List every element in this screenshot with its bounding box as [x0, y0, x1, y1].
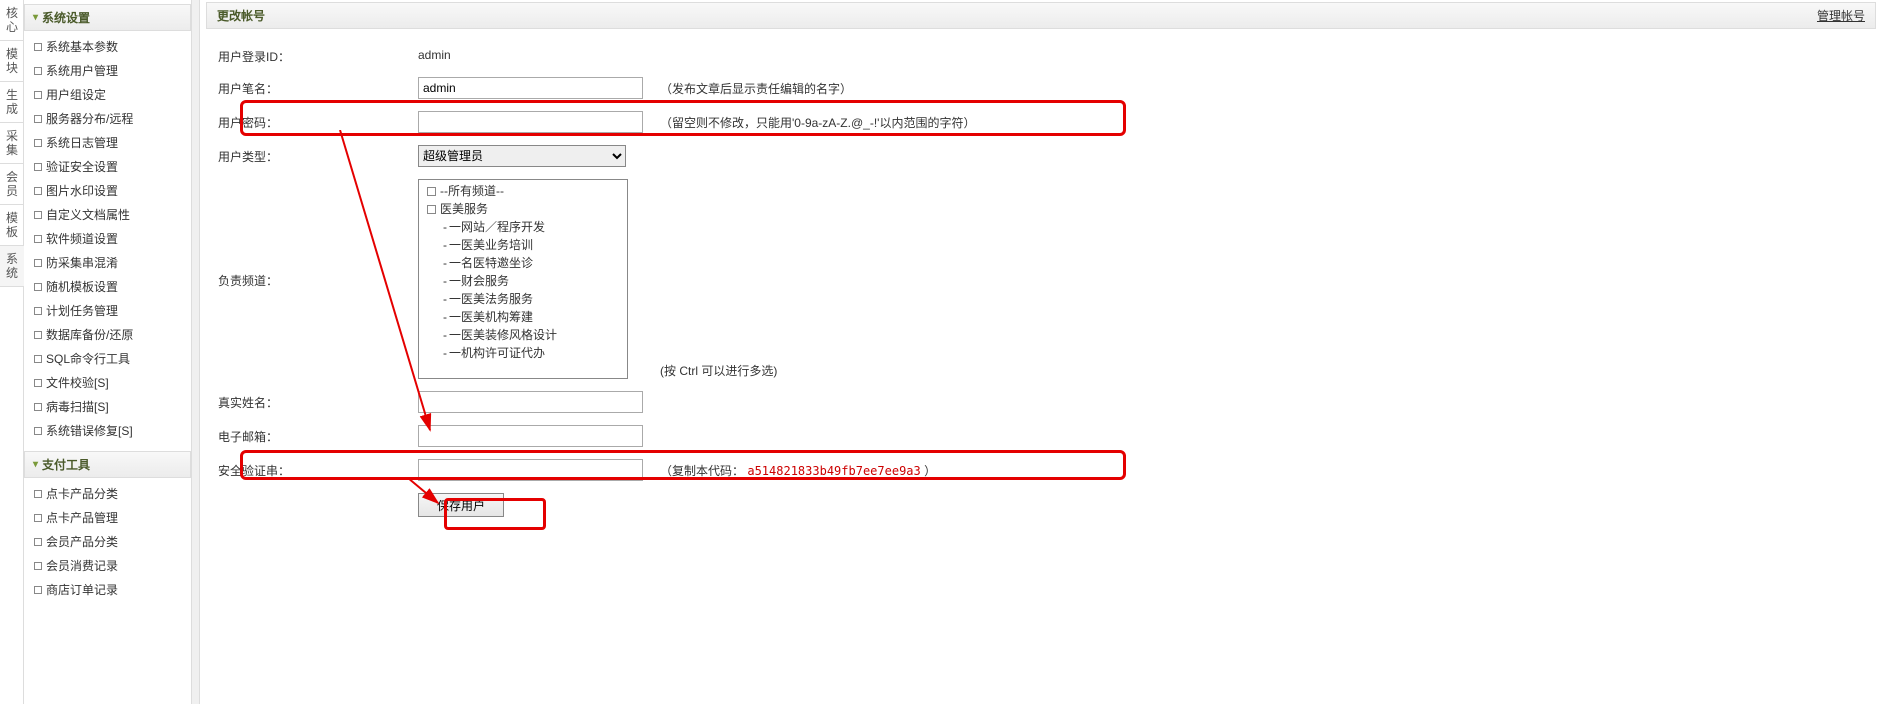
channel-option[interactable]: --所有频道--: [423, 182, 623, 200]
password-label: 用户密码：: [218, 111, 418, 131]
menu-item[interactable]: 系统基本参数: [24, 35, 191, 59]
login-id-label: 用户登录ID：: [218, 45, 418, 65]
menu-item[interactable]: 商店订单记录: [24, 578, 191, 602]
vertical-tabs: 核心模块生成采集会员模板系统: [0, 0, 24, 704]
splitter[interactable]: [192, 0, 200, 704]
menu-item[interactable]: 图片水印设置: [24, 179, 191, 203]
menu-item[interactable]: 数据库备份/还原: [24, 323, 191, 347]
vtab-3[interactable]: 采集: [0, 123, 24, 164]
page-title: 更改帐号: [217, 7, 265, 24]
email-label: 电子邮箱：: [218, 425, 418, 445]
menu-item[interactable]: 系统错误修复[S]: [24, 419, 191, 443]
manage-account-link[interactable]: 管理帐号: [1817, 7, 1865, 24]
page-header: 更改帐号 管理帐号: [206, 2, 1876, 29]
menu-item[interactable]: 会员产品分类: [24, 530, 191, 554]
menu-item[interactable]: 用户组设定: [24, 83, 191, 107]
channel-option[interactable]: 一网站／程序开发: [423, 218, 623, 236]
vtab-6[interactable]: 系统: [0, 246, 24, 287]
menu-item[interactable]: 点卡产品分类: [24, 482, 191, 506]
menu-item[interactable]: 点卡产品管理: [24, 506, 191, 530]
verify-hint: （复制本代码： a514821833b49fb7ee7ee9a3 ）: [660, 459, 936, 479]
login-id-value: admin: [418, 45, 648, 62]
channel-label: 负责频道：: [218, 269, 418, 289]
main-content: 更改帐号 管理帐号 用户登录ID： admin 用户笔名： （发布文章后显示责任…: [200, 0, 1882, 704]
channel-option[interactable]: 一医美法务服务: [423, 290, 623, 308]
verify-input[interactable]: [418, 459, 643, 481]
sidebar: ▾系统设置系统基本参数系统用户管理用户组设定服务器分布/远程系统日志管理验证安全…: [24, 0, 192, 704]
menu-item[interactable]: 系统用户管理: [24, 59, 191, 83]
menu-item[interactable]: 计划任务管理: [24, 299, 191, 323]
menu-item[interactable]: 软件频道设置: [24, 227, 191, 251]
verify-code: a514821833b49fb7ee7ee9a3: [747, 464, 920, 478]
vtab-0[interactable]: 核心: [0, 0, 24, 41]
channel-option[interactable]: 一机构许可证代办: [423, 344, 623, 362]
channel-option[interactable]: 一医美业务培训: [423, 236, 623, 254]
menu-header-0[interactable]: ▾系统设置: [24, 4, 191, 31]
menu-header-1[interactable]: ▾支付工具: [24, 451, 191, 478]
vtab-1[interactable]: 模块: [0, 41, 24, 82]
menu-item[interactable]: 自定义文档属性: [24, 203, 191, 227]
vtab-2[interactable]: 生成: [0, 82, 24, 123]
channel-listbox[interactable]: --所有频道--医美服务一网站／程序开发一医美业务培训一名医特邀坐诊一财会服务一…: [418, 179, 628, 379]
menu-item[interactable]: 文件校验[S]: [24, 371, 191, 395]
chevron-down-icon: ▾: [33, 12, 38, 23]
penname-label: 用户笔名：: [218, 77, 418, 97]
menu-item[interactable]: SQL命令行工具: [24, 347, 191, 371]
penname-hint: （发布文章后显示责任编辑的名字）: [660, 77, 852, 97]
vtab-4[interactable]: 会员: [0, 164, 24, 205]
verify-label: 安全验证串：: [218, 459, 418, 479]
channel-option[interactable]: 医美服务: [423, 200, 623, 218]
penname-input[interactable]: [418, 77, 643, 99]
menu-item[interactable]: 会员消费记录: [24, 554, 191, 578]
channel-option[interactable]: 一名医特邀坐诊: [423, 254, 623, 272]
menu-item[interactable]: 随机模板设置: [24, 275, 191, 299]
chevron-down-icon: ▾: [33, 459, 38, 470]
realname-label: 真实姓名：: [218, 391, 418, 411]
channel-option[interactable]: 一医美机构筹建: [423, 308, 623, 326]
channel-option[interactable]: 一医美装修风格设计: [423, 326, 623, 344]
menu-item[interactable]: 防采集串混淆: [24, 251, 191, 275]
menu-item[interactable]: 验证安全设置: [24, 155, 191, 179]
email-input[interactable]: [418, 425, 643, 447]
vtab-5[interactable]: 模板: [0, 205, 24, 246]
save-button[interactable]: 保存用户: [418, 493, 504, 517]
channel-option[interactable]: 一财会服务: [423, 272, 623, 290]
password-hint: （留空则不修改，只能用'0-9a-zA-Z.@_-!'以内范围的字符）: [660, 111, 975, 131]
menu-item[interactable]: 病毒扫描[S]: [24, 395, 191, 419]
menu-item[interactable]: 服务器分布/远程: [24, 107, 191, 131]
password-input[interactable]: [418, 111, 643, 133]
usertype-label: 用户类型：: [218, 145, 418, 165]
channel-hint: (按 Ctrl 可以进行多选): [660, 359, 777, 379]
menu-item[interactable]: 系统日志管理: [24, 131, 191, 155]
realname-input[interactable]: [418, 391, 643, 413]
usertype-select[interactable]: 超级管理员: [418, 145, 626, 167]
